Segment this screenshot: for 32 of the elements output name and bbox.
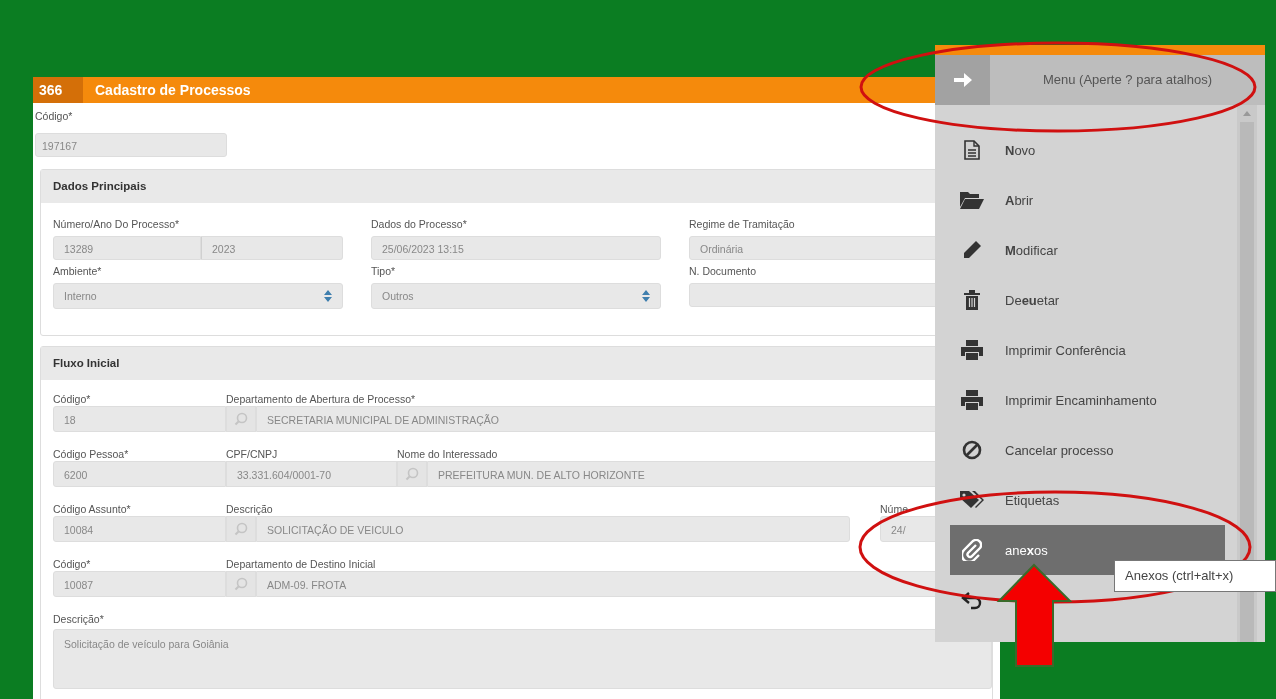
form-number: 366 — [33, 77, 83, 103]
menu-item-label: Imprimir Conferência — [1005, 342, 1126, 358]
tooltip: Anexos (ctrl+alt+x) — [1114, 560, 1276, 592]
field-label: Código* — [53, 392, 91, 406]
field-label: Dados do Processo* — [371, 217, 467, 231]
field-label: Código* — [53, 557, 91, 571]
form-title: Cadastro de Processos — [94, 82, 251, 98]
field-label: Nome do Interessado — [397, 447, 498, 461]
field-label: Tipo* — [371, 264, 396, 278]
menu-item-label: Abrir — [1005, 192, 1034, 208]
field-label: Número/Ano Do Processo* — [53, 217, 180, 231]
menu-item-label: Modificar — [1005, 242, 1058, 258]
menu-item-label: Etiquetas — [1005, 492, 1060, 508]
menu-title: Menu (Aperte ? para atalhos) — [1041, 71, 1214, 89]
field-label: N. Documento — [689, 264, 757, 278]
field-label: Código Assunto* — [53, 502, 131, 516]
field-label: Departamento de Abertura de Processo* — [226, 392, 416, 406]
field-label: Ambiente* — [53, 264, 102, 278]
field-label: Regime de Tramitação — [689, 217, 795, 231]
field-label: Descrição* — [53, 612, 104, 626]
menu-item-label: Deeuetar — [1005, 292, 1060, 308]
menu-item-label: Novo — [1005, 142, 1036, 158]
field-label: Descrição — [226, 502, 273, 516]
menu-item-label: anexos — [1005, 542, 1048, 558]
menu-item-label: Cancelar processo — [1005, 442, 1114, 458]
field-label: Código* — [34, 109, 73, 123]
select-value: Interno — [64, 289, 97, 304]
field-label: Código Pessoa* — [53, 447, 129, 461]
field-label: CPF/CNPJ — [226, 447, 278, 461]
menu-item-label: Imprimir Encaminhamento — [1005, 392, 1157, 408]
field-label: Departamento de Destino Inicial — [226, 557, 376, 571]
select-value: Outros — [382, 289, 414, 304]
